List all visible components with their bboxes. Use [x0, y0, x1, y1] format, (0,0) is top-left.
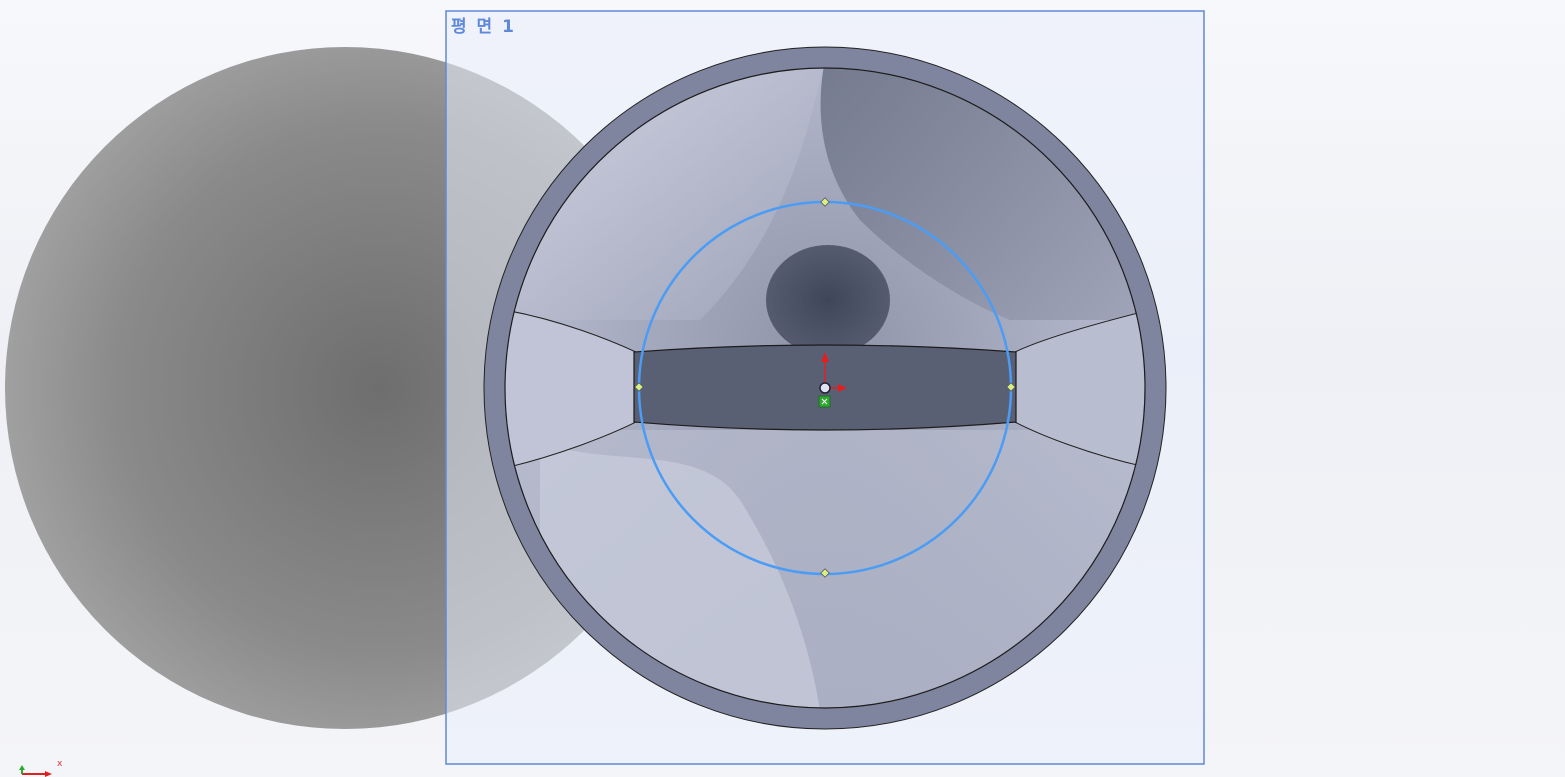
reference-triad: x: [16, 759, 66, 777]
graphics-viewport[interactable]: 평 면 1 x: [0, 0, 1565, 777]
model-view[interactable]: [0, 0, 1565, 777]
triad-x-label: x: [57, 759, 63, 769]
